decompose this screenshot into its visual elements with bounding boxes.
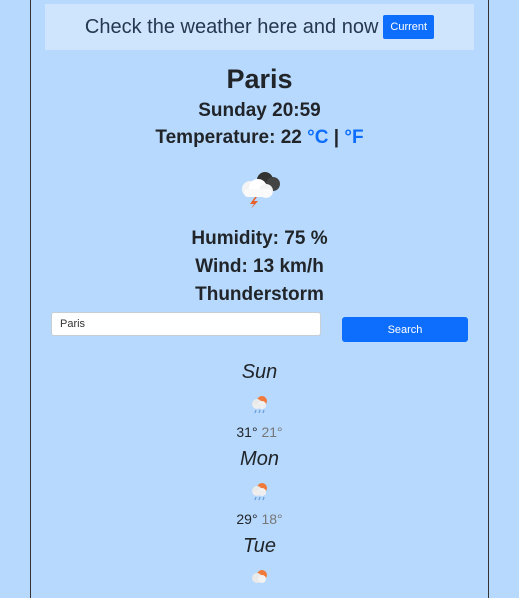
- banner-text: Check the weather here and now: [84, 15, 379, 38]
- city-search-input[interactable]: [51, 312, 321, 336]
- rain-sun-icon: [0, 567, 519, 589]
- rain-sun-icon: [0, 393, 519, 415]
- forecast-temps: 31° 21°: [0, 424, 519, 440]
- forecast-high: 29°: [236, 511, 258, 527]
- forecast-high: 31°: [236, 424, 258, 440]
- search-button[interactable]: Search: [342, 317, 468, 342]
- temperature-value: 22: [280, 127, 302, 148]
- forecast-day-label: Tue: [243, 535, 276, 557]
- header-banner: Check the weather here and now Current: [45, 4, 474, 50]
- unit-separator: |: [333, 127, 340, 148]
- humidity: Humidity: 75 %: [191, 228, 328, 249]
- forecast-low: 21°: [261, 424, 283, 440]
- temperature-line: Temperature: 22 °C | °F: [0, 127, 519, 149]
- thunderstorm-icon: [0, 168, 519, 209]
- forecast-low: 18°: [261, 511, 283, 527]
- weather-description: Thunderstorm: [195, 284, 324, 305]
- forecast-temps: 29° 18°: [0, 511, 519, 527]
- city-name: Paris: [226, 64, 293, 94]
- current-location-button[interactable]: Current: [383, 15, 435, 39]
- forecast-day-label: Sun: [241, 361, 278, 383]
- fahrenheit-link[interactable]: °F: [344, 127, 363, 148]
- celsius-link[interactable]: °C: [307, 127, 328, 148]
- rain-sun-icon: [0, 480, 519, 502]
- wind: Wind: 13 km/h: [195, 256, 324, 277]
- forecast-day-label: Mon: [240, 448, 279, 470]
- date-time: Sunday 20:59: [198, 100, 321, 121]
- temperature-label: Temperature:: [155, 127, 281, 148]
